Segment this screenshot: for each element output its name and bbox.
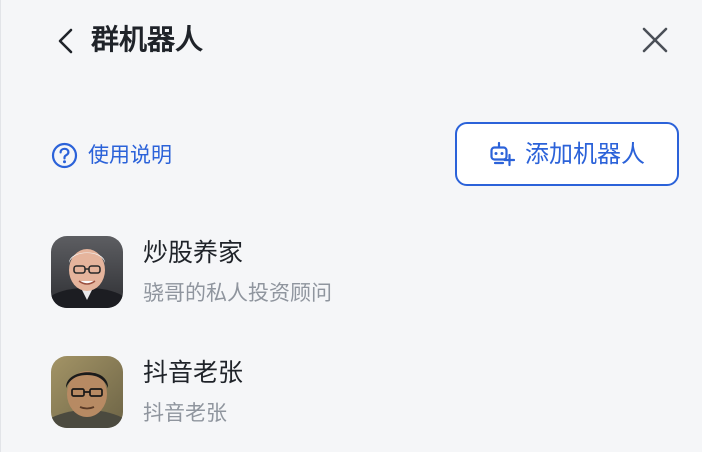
panel-header: 群机器人	[1, 0, 702, 84]
close-icon	[642, 27, 668, 53]
avatar	[51, 356, 123, 428]
bot-list-item[interactable]: 抖音老张 抖音老张	[51, 356, 671, 430]
bot-description: 抖音老张	[143, 401, 227, 425]
page-title: 群机器人	[91, 23, 204, 56]
bot-name: 炒股养家	[143, 238, 244, 267]
add-bot-button-label: 添加机器人	[525, 140, 645, 168]
help-link[interactable]: 使用说明	[51, 140, 172, 170]
close-button[interactable]	[641, 26, 669, 54]
add-bot-button[interactable]: 添加机器人	[455, 122, 679, 186]
help-link-label: 使用说明	[88, 143, 172, 167]
chevron-left-icon	[58, 28, 73, 54]
avatar	[51, 236, 123, 308]
back-button[interactable]	[53, 26, 81, 56]
bot-description: 骁哥的私人投资顾问	[143, 281, 332, 305]
robot-add-icon	[490, 141, 515, 167]
group-bots-panel: 群机器人 使用说明 添加机器人 炒股养家 骁哥的私人投资顾问 抖音老张 抖音老张	[0, 0, 702, 452]
bot-name: 抖音老张	[143, 358, 244, 387]
question-circle-icon	[51, 142, 78, 168]
bot-list-item[interactable]: 炒股养家 骁哥的私人投资顾问	[51, 236, 671, 310]
